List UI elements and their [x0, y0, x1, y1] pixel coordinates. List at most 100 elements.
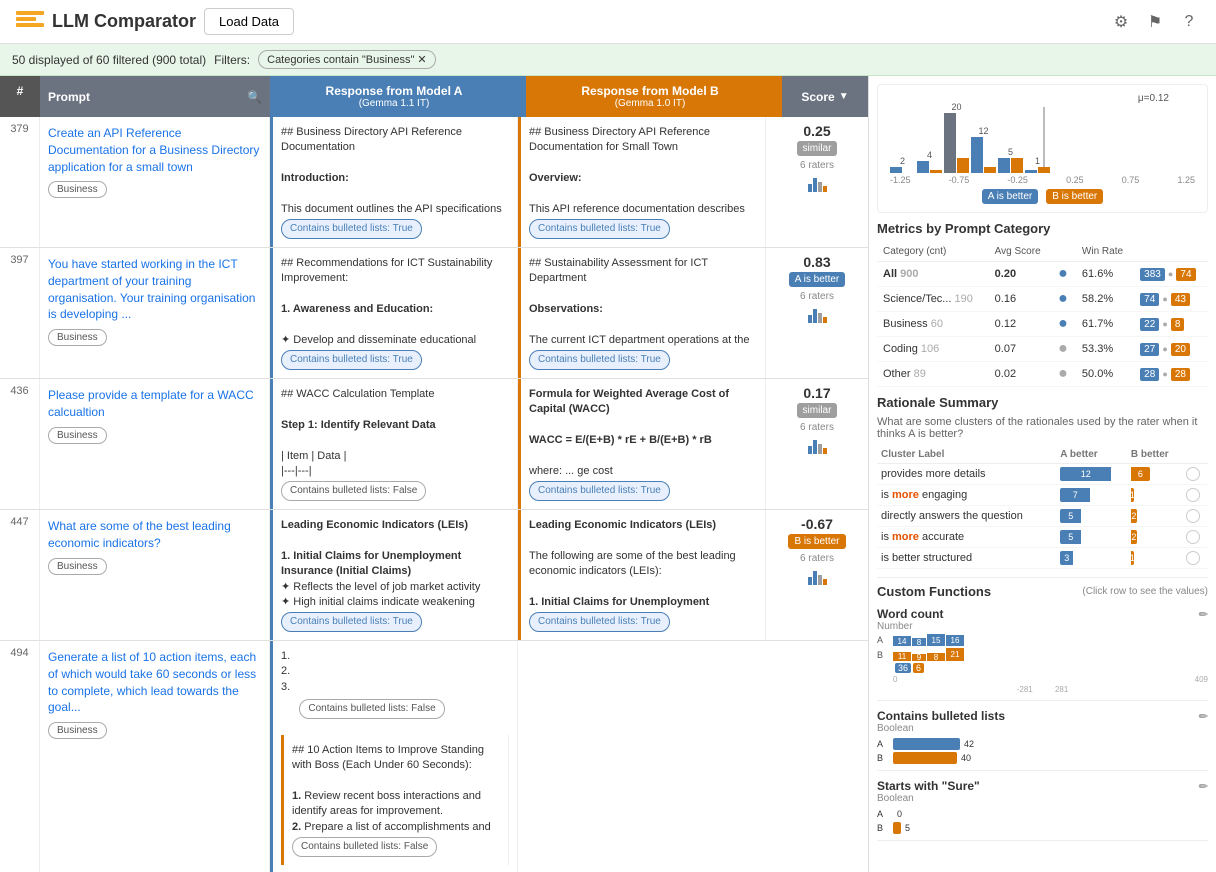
- right-panel: μ=0.12 2 4 20 12 5: [868, 76, 1216, 872]
- table-panel: # Prompt 🔍 Response from Model A (Gemma …: [0, 76, 868, 872]
- cf-name-text: Contains bulleted lists: [877, 709, 1005, 723]
- alert-icon[interactable]: ⚑: [1144, 11, 1166, 33]
- rationale-action: [1182, 548, 1208, 569]
- r-bar-a: 3: [1060, 551, 1073, 565]
- rationale-circle[interactable]: [1186, 530, 1200, 544]
- cf-bar-b: [893, 822, 901, 834]
- cf-name: Starts with "Sure" ✏: [877, 779, 1208, 793]
- filter-badge[interactable]: Categories contain "Business" ✕: [258, 50, 436, 69]
- rationale-a-bar: 3: [1056, 548, 1127, 569]
- rationale-row[interactable]: provides more details 12 6: [877, 464, 1208, 485]
- header-icons: ⚙ ⚑ ?: [1110, 11, 1200, 33]
- cf-bar-seg: 8: [927, 653, 945, 661]
- rationale-row[interactable]: is more accurate 5 2: [877, 527, 1208, 548]
- rationale-desc: What are some clusters of the rationales…: [877, 416, 1208, 440]
- row-num: 494: [0, 641, 40, 872]
- settings-icon[interactable]: ⚙: [1110, 11, 1132, 33]
- win-a: 74: [1140, 293, 1159, 306]
- r-bar-b: 2: [1131, 530, 1137, 544]
- metrics-wins: 27 ● 20: [1134, 337, 1208, 362]
- help-icon[interactable]: ?: [1178, 11, 1200, 33]
- custom-functions-section: Custom Functions (Click row to see the v…: [877, 577, 1208, 841]
- metrics-avgscore: 0.02: [989, 362, 1053, 387]
- rationale-label: provides more details: [877, 464, 1056, 485]
- metrics-row[interactable]: Science/Tec... 190 0.16 ● 58.2% 74 ● 43: [877, 287, 1208, 312]
- table-row[interactable]: 397 You have started working in the ICT …: [0, 248, 868, 379]
- metrics-dot: ●: [1052, 287, 1076, 312]
- row-score: 0.25 similar 6 raters: [766, 117, 868, 247]
- score-badge: similar: [797, 403, 838, 418]
- table-row[interactable]: 447 What are some of the best leading ec…: [0, 510, 868, 641]
- rationale-circle[interactable]: [1186, 488, 1200, 502]
- score-value: 0.17: [803, 385, 830, 401]
- rationale-a-bar: 7: [1056, 485, 1127, 506]
- cf-name: Word count ✏: [877, 607, 1208, 621]
- cf-type: Number: [877, 621, 1208, 632]
- cf-item[interactable]: Contains bulleted lists ✏ Boolean A 42 B…: [877, 709, 1208, 771]
- r-bar-b: 1: [1131, 551, 1134, 565]
- rationale-circle[interactable]: [1186, 551, 1200, 565]
- score-badge: similar: [797, 141, 838, 156]
- category-badge[interactable]: Business: [48, 558, 107, 575]
- cf-val-b: 40: [961, 753, 971, 763]
- category-badge[interactable]: Business: [48, 181, 107, 198]
- response-a: ## WACC Calculation Template Step 1: Ide…: [270, 379, 518, 509]
- metrics-row[interactable]: Other 89 0.02 ● 50.0% 28 ● 28: [877, 362, 1208, 387]
- cf-name: Contains bulleted lists ✏: [877, 709, 1208, 723]
- load-data-button[interactable]: Load Data: [204, 8, 294, 35]
- rationale-circle[interactable]: [1186, 467, 1200, 481]
- metrics-row[interactable]: Business 60 0.12 ● 61.7% 22 ● 8: [877, 312, 1208, 337]
- prompt-text: You have started working in the ICT depa…: [48, 256, 261, 323]
- cf-bar-seg: 14: [893, 636, 911, 646]
- main-content: # Prompt 🔍 Response from Model A (Gemma …: [0, 76, 1216, 872]
- table-row[interactable]: 379 Create an API Reference Documentatio…: [0, 117, 868, 248]
- metrics-row[interactable]: Coding 106 0.07 ● 53.3% 27 ● 20: [877, 337, 1208, 362]
- cf-item[interactable]: Word count ✏ Number A 14 8 15 16 B: [877, 607, 1208, 701]
- table-row[interactable]: 494 Generate a list of 10 action items, …: [0, 641, 868, 872]
- row-num: 447: [0, 510, 40, 640]
- rationale-row[interactable]: is better structured 3 1: [877, 548, 1208, 569]
- metrics-winpct: 58.2%: [1076, 287, 1134, 312]
- row-prompt: What are some of the best leading econom…: [40, 510, 270, 640]
- chart-bar-a: [890, 167, 902, 173]
- win-b: 43: [1171, 293, 1190, 306]
- response-a-text: 1. 2. 3. Contains bulleted lists: False: [281, 649, 509, 735]
- row-num: 436: [0, 379, 40, 509]
- row-score: 0.17 similar 6 raters: [766, 379, 868, 509]
- metrics-title: Metrics by Prompt Category: [877, 221, 1208, 236]
- r-bar-b: 6: [1131, 467, 1150, 481]
- cf-a-label: A: [877, 635, 891, 645]
- prompt-search-icon[interactable]: 🔍: [247, 90, 262, 104]
- rationale-title: Rationale Summary: [877, 395, 1208, 410]
- metrics-col-wins: [1134, 242, 1208, 262]
- cf-bar-seg: 16: [946, 635, 964, 646]
- cf-name-text: Word count: [877, 607, 943, 621]
- metrics-winpct: 50.0%: [1076, 362, 1134, 387]
- category-badge[interactable]: Business: [48, 329, 107, 346]
- category-badge[interactable]: Business: [48, 427, 107, 444]
- chart-bar-a: [998, 158, 1010, 173]
- metrics-row[interactable]: All 900 0.20 ● 61.6% 383 ● 74: [877, 262, 1208, 287]
- col-header-num: #: [0, 76, 40, 117]
- table-row[interactable]: 436 Please provide a template for a WACC…: [0, 379, 868, 510]
- cf-bar-seg: 8: [912, 638, 926, 646]
- cf-edit-icon[interactable]: ✏: [1199, 608, 1208, 621]
- metrics-table: Category (cnt) Avg Score Win Rate All 90…: [877, 242, 1208, 387]
- cf-val-a: 42: [964, 739, 974, 749]
- rationale-row[interactable]: directly answers the question 5 2: [877, 506, 1208, 527]
- rationale-circle[interactable]: [1186, 509, 1200, 523]
- response-a-text: ## Recommendations for ICT Sustainabilit…: [281, 256, 509, 346]
- category-badge[interactable]: Business: [48, 722, 107, 739]
- score-badge: B is better: [788, 534, 845, 549]
- chart-bar-b: [1038, 167, 1050, 173]
- chart-bar-b: [930, 170, 942, 173]
- response-b: Leading Economic Indicators (LEIs) The f…: [518, 510, 766, 640]
- rationale-row[interactable]: is more engaging 7 1: [877, 485, 1208, 506]
- response-b-text: Formula for Weighted Average Cost of Cap…: [529, 387, 757, 477]
- cf-edit-icon[interactable]: ✏: [1199, 780, 1208, 793]
- metrics-col-dot: [1052, 242, 1076, 262]
- cf-item[interactable]: Starts with "Sure" ✏ Boolean A 0 B 5: [877, 779, 1208, 841]
- cf-edit-icon[interactable]: ✏: [1199, 710, 1208, 723]
- rationale-label: is better structured: [877, 548, 1056, 569]
- chart-legend: A is better B is better: [886, 189, 1199, 204]
